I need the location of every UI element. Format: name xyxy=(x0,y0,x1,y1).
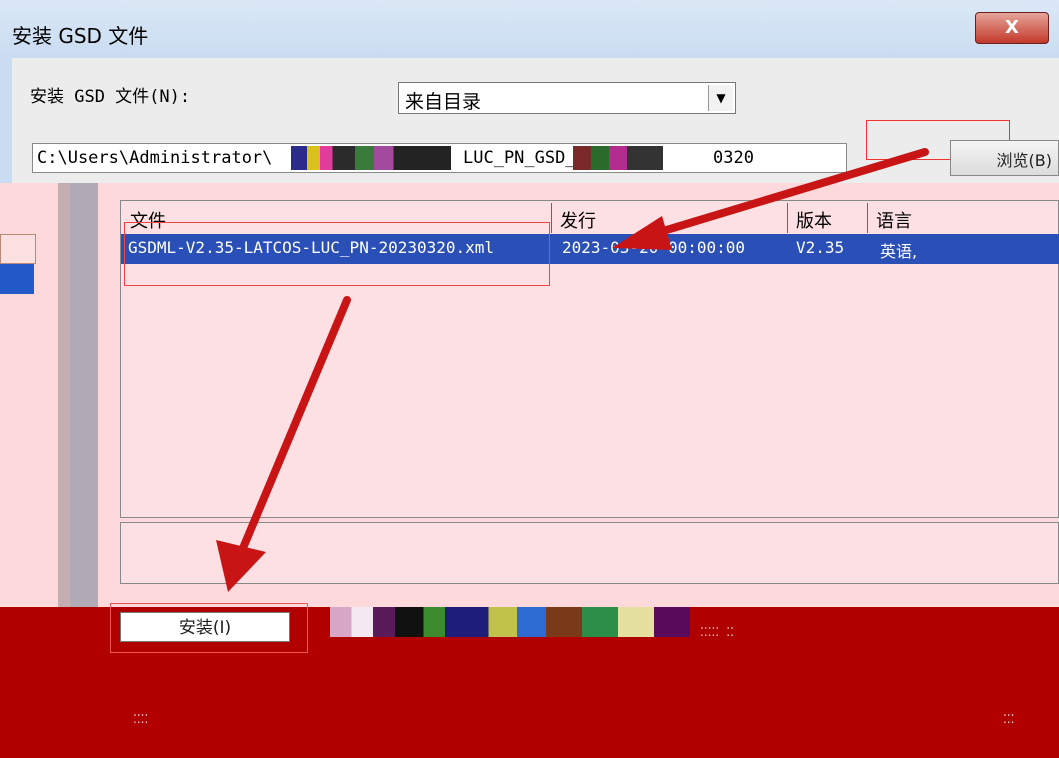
arrow-head-install xyxy=(216,540,266,592)
arrow-head-file xyxy=(612,216,672,250)
arrow-to-file xyxy=(636,148,929,242)
arrow-to-install xyxy=(234,296,351,564)
annotation-arrows xyxy=(216,148,929,592)
